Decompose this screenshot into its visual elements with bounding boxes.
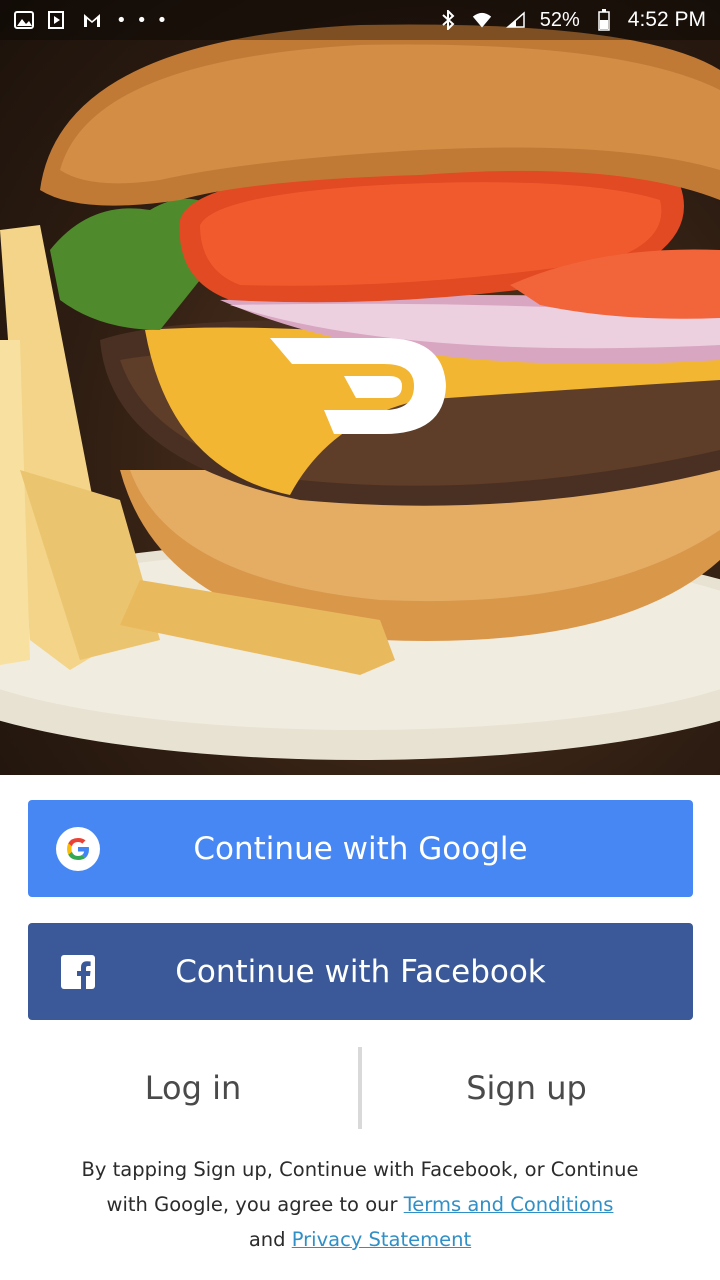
gmail-icon <box>82 10 102 30</box>
tab-sign-up[interactable]: Sign up <box>360 1045 693 1131</box>
privacy-link[interactable]: Privacy Statement <box>292 1228 471 1251</box>
facebook-icon <box>56 950 100 994</box>
continue-with-google-button[interactable]: Continue with Google <box>28 800 693 897</box>
tab-log-in[interactable]: Log in <box>28 1045 358 1131</box>
signal-icon <box>505 10 526 30</box>
wifi-icon <box>472 10 492 30</box>
google-icon <box>56 827 100 871</box>
legal-line-1: By tapping Sign up, Continue with Facebo… <box>81 1158 639 1181</box>
legal-text: By tapping Sign up, Continue with Facebo… <box>40 1152 680 1257</box>
legal-line-2-prefix: with Google, you agree to our <box>106 1193 404 1216</box>
battery-percent: 52% <box>539 8 580 31</box>
terms-link[interactable]: Terms and Conditions <box>404 1193 614 1216</box>
more-dots-icon: • • • <box>116 9 170 31</box>
facebook-button-label: Continue with Facebook <box>175 953 546 990</box>
auth-tabs: Log in Sign up <box>28 1045 693 1131</box>
bluetooth-icon <box>438 10 458 30</box>
image-icon <box>14 10 34 30</box>
status-bar: • • • 52% 4:52 PM <box>0 0 720 40</box>
hero-image: • • • 52% 4:52 PM <box>0 0 720 775</box>
battery-icon <box>594 9 614 31</box>
legal-line-3: and Privacy Statement <box>40 1222 680 1257</box>
media-icon <box>48 10 68 30</box>
continue-with-facebook-button[interactable]: Continue with Facebook <box>28 923 693 1020</box>
legal-line-3-prefix: and <box>248 1228 292 1251</box>
clock: 4:52 PM <box>627 8 706 31</box>
doordash-logo <box>270 338 446 434</box>
legal-line-2: with Google, you agree to our Terms and … <box>40 1187 680 1222</box>
google-button-label: Continue with Google <box>193 830 528 867</box>
